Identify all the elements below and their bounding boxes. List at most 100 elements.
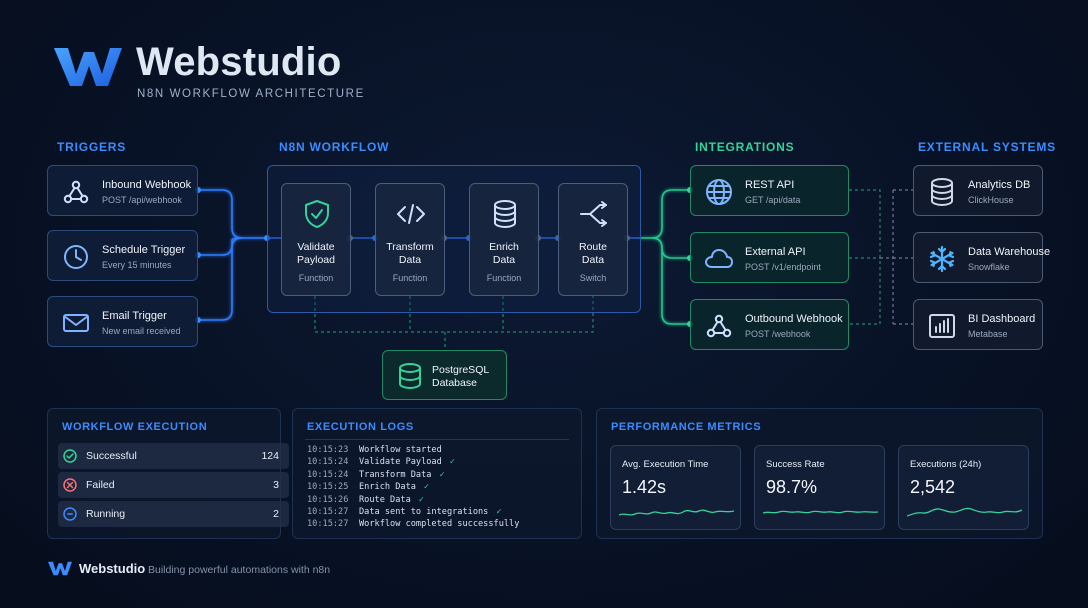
panel-title: EXECUTION LOGS xyxy=(307,421,414,433)
section-title-external: EXTERNAL SYSTEMS xyxy=(918,140,1056,154)
metric-card-executions-24h: Executions (24h) 2,542 xyxy=(898,445,1029,530)
webhook-icon xyxy=(63,180,89,204)
execution-count: 3 xyxy=(273,479,279,491)
execution-row-successful[interactable]: Successful 124 xyxy=(58,443,289,469)
panel-title: PERFORMANCE METRICS xyxy=(611,421,762,433)
footer-tagline: Building powerful automations with n8n xyxy=(148,564,331,576)
log-line: 10:15:25 Enrich Data ✓ xyxy=(307,482,430,493)
database-icon xyxy=(494,200,516,229)
bar-chart-icon xyxy=(929,314,955,338)
execution-row-failed[interactable]: Failed 3 xyxy=(58,472,289,498)
execution-row-running[interactable]: Running 2 xyxy=(58,501,289,527)
node-title: Route Data xyxy=(578,241,608,266)
clock-icon xyxy=(64,245,88,269)
node-transform-data[interactable]: Transform Data Function xyxy=(375,183,445,296)
execution-logs-panel: EXECUTION LOGS 10:15:23 Workflow started … xyxy=(292,408,582,539)
integration-subtitle: GET /api/data xyxy=(745,195,801,205)
trigger-title: Inbound Webhook xyxy=(102,179,192,191)
section-title-triggers: TRIGGERS xyxy=(57,140,127,154)
trigger-card-webhook[interactable]: Inbound Webhook POST /api/webhook xyxy=(47,165,198,216)
external-card-analytics-db[interactable]: Analytics DB ClickHouse xyxy=(913,165,1043,216)
trigger-subtitle: New email received xyxy=(102,326,181,336)
log-line: 10:15:24 Validate Payload ✓ xyxy=(307,457,455,468)
webstudio-logo-icon xyxy=(48,561,72,576)
node-type: Switch xyxy=(579,273,607,283)
integration-title: External API xyxy=(745,246,806,258)
node-type: Function xyxy=(298,273,334,283)
webstudio-logo-icon xyxy=(54,48,122,86)
sparkline xyxy=(907,507,1022,517)
node-enrich-data[interactable]: Enrich Data Function xyxy=(469,183,539,296)
external-card-data-warehouse[interactable]: Data Warehouse Snowflake xyxy=(913,232,1050,283)
workflow-execution-panel: WORKFLOW EXECUTION Successful 124 Failed… xyxy=(47,408,289,539)
globe-icon xyxy=(706,179,732,205)
mail-icon xyxy=(63,314,89,332)
webhook-icon xyxy=(706,314,732,338)
integration-card-outbound-webhook[interactable]: Outbound Webhook POST /webhook xyxy=(690,299,849,350)
log-line: 10:15:23 Workflow started xyxy=(307,445,442,455)
integration-subtitle: POST /v1/endpoint xyxy=(745,262,821,272)
database-icon xyxy=(399,363,421,390)
log-line: 10:15:27 Workflow completed successfully xyxy=(307,519,520,530)
integration-card-rest-api[interactable]: REST API GET /api/data xyxy=(690,165,849,216)
external-title: BI Dashboard xyxy=(968,313,1036,325)
integration-title: Outbound Webhook xyxy=(745,313,843,325)
node-route-data[interactable]: Route Data Switch xyxy=(558,183,628,296)
trigger-card-email[interactable]: Email Trigger New email received xyxy=(47,296,198,347)
node-title: Enrich Data xyxy=(489,241,519,266)
external-subtitle: ClickHouse xyxy=(968,195,1014,205)
shield-check-icon xyxy=(305,200,329,228)
logs-divider xyxy=(305,439,569,440)
external-title: Data Warehouse xyxy=(968,246,1051,258)
brand-name: Webstudio xyxy=(136,40,342,84)
trigger-subtitle: Every 15 minutes xyxy=(102,260,172,270)
cloud-icon xyxy=(705,249,733,268)
database-title: PostgreSQL Database xyxy=(432,364,489,389)
metric-value: 2,542 xyxy=(910,477,956,497)
execution-label: Successful xyxy=(86,450,137,462)
log-list: 10:15:23 Workflow started 10:15:24 Validat… xyxy=(307,445,527,532)
check-circle-icon xyxy=(63,449,77,463)
metric-label: Avg. Execution Time xyxy=(622,459,709,470)
integration-subtitle: POST /webhook xyxy=(745,329,811,339)
metric-label: Executions (24h) xyxy=(910,459,982,470)
execution-count: 2 xyxy=(273,508,279,520)
x-circle-icon xyxy=(63,478,77,492)
integration-title: REST API xyxy=(745,179,795,191)
external-subtitle: Snowflake xyxy=(968,262,1010,272)
trigger-card-schedule[interactable]: Schedule Trigger Every 15 minutes xyxy=(47,230,198,281)
external-subtitle: Metabase xyxy=(968,329,1008,339)
trigger-title: Schedule Trigger xyxy=(102,244,186,256)
sparkline xyxy=(619,509,734,516)
metric-label: Success Rate xyxy=(766,459,825,470)
execution-label: Failed xyxy=(86,479,115,491)
postgres-database-card[interactable]: PostgreSQL Database xyxy=(382,350,507,400)
section-title-integrations: INTEGRATIONS xyxy=(695,140,795,154)
metric-value: 98.7% xyxy=(766,477,818,497)
node-title: Transform Data xyxy=(386,241,434,266)
performance-metrics-panel: PERFORMANCE METRICS Avg. Execution Time … xyxy=(596,408,1043,539)
log-line: 10:15:24 Transform Data ✓ xyxy=(307,469,445,480)
database-icon xyxy=(931,178,953,207)
node-type: Function xyxy=(486,273,522,283)
metric-value: 1.42s xyxy=(622,477,667,497)
trigger-subtitle: POST /api/webhook xyxy=(102,195,182,205)
log-line: 10:15:26 Route Data ✓ xyxy=(307,494,424,505)
trigger-title: Email Trigger xyxy=(102,310,167,322)
log-line: 10:15:27 Data sent to integrations ✓ xyxy=(307,506,502,517)
metric-card-success-rate: Success Rate 98.7% xyxy=(754,445,885,530)
node-title: Validate Payload xyxy=(297,241,335,266)
external-title: Analytics DB xyxy=(968,179,1031,191)
sparkline xyxy=(763,510,878,514)
node-validate-payload[interactable]: Validate Payload Function xyxy=(281,183,351,296)
snowflake-icon xyxy=(929,245,955,273)
brand-subtitle: N8N WORKFLOW ARCHITECTURE xyxy=(137,88,365,100)
integration-card-external-api[interactable]: External API POST /v1/endpoint xyxy=(690,232,849,283)
execution-label: Running xyxy=(86,508,126,520)
node-type: Function xyxy=(392,273,428,283)
split-arrows-icon xyxy=(580,201,607,227)
code-icon xyxy=(397,204,425,224)
running-circle-icon xyxy=(63,507,77,521)
external-card-bi-dashboard[interactable]: BI Dashboard Metabase xyxy=(913,299,1043,350)
panel-title: WORKFLOW EXECUTION xyxy=(62,421,208,433)
